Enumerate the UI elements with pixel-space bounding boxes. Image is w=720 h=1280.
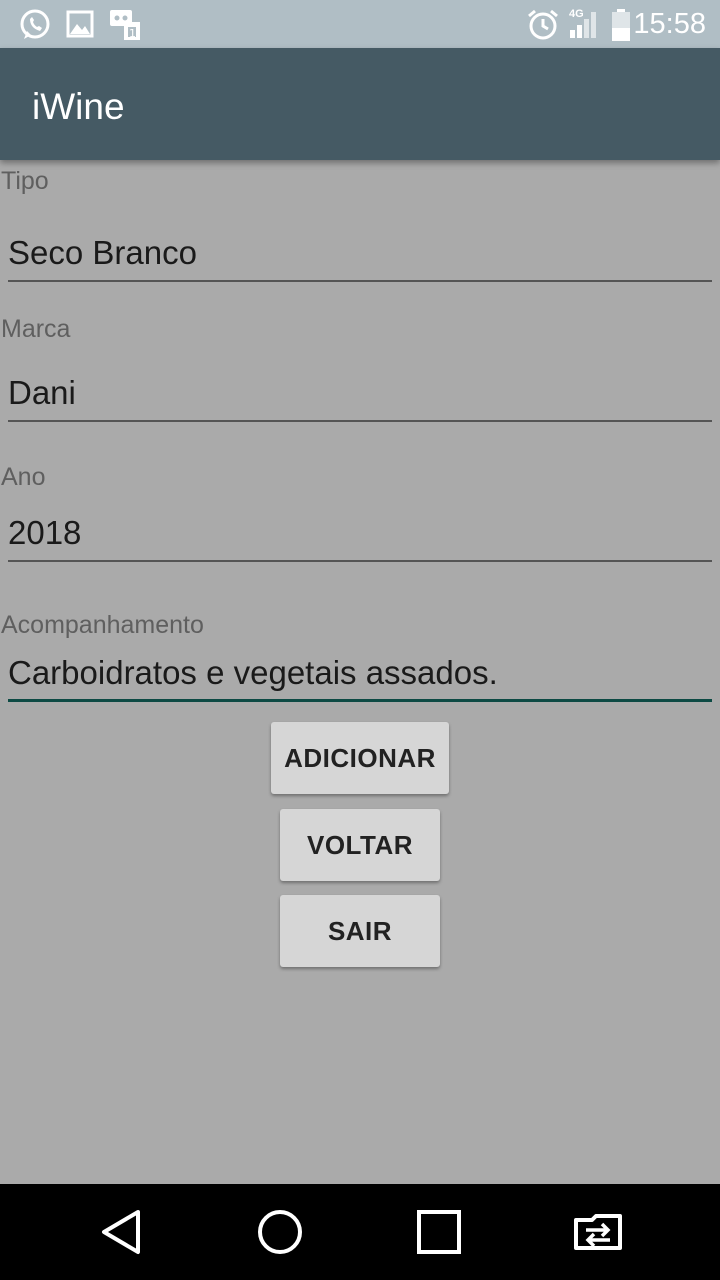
ano-label: Ano [1,463,46,491]
ano-input[interactable] [8,506,712,562]
back-icon[interactable] [90,1202,150,1262]
acompanhamento-input[interactable] [8,646,712,702]
messages-icon: 1 [110,10,140,40]
switch-app-icon[interactable] [568,1202,628,1262]
adicionar-button[interactable]: ADICIONAR [271,722,449,794]
tipo-input[interactable] [8,226,712,282]
whatsapp-icon [20,9,50,39]
image-icon [66,10,94,38]
voltar-button[interactable]: VOLTAR [280,809,440,881]
acompanhamento-label: Acompanhamento [1,611,204,639]
signal-icon [570,12,596,38]
battery-icon [612,9,630,41]
marca-input[interactable] [8,366,712,422]
navigation-bar [0,1184,720,1280]
home-icon[interactable] [250,1202,310,1262]
app-bar: iWine [0,48,720,160]
clock: 15:58 [633,8,706,40]
tipo-label: Tipo [1,167,49,195]
svg-text:1: 1 [129,27,136,40]
recents-icon[interactable] [409,1202,469,1262]
status-bar: 1 4G 15:58 [0,0,720,48]
alarm-icon [528,9,558,40]
sair-button[interactable]: SAIR [280,895,440,967]
app-title: iWine [32,86,125,127]
marca-label: Marca [1,315,71,343]
